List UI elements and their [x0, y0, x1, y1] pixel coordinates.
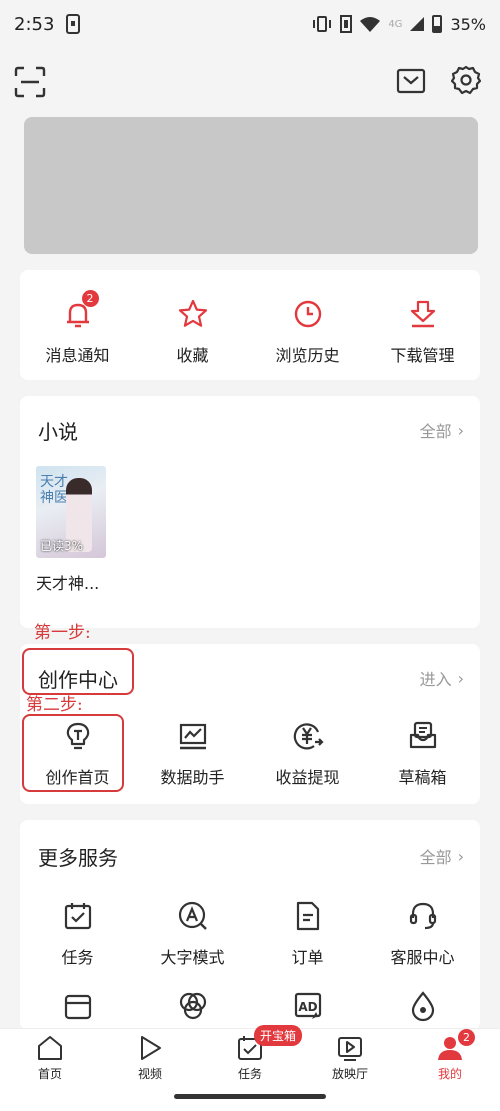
service-drop-item[interactable] — [368, 986, 478, 1026]
drop-icon — [411, 991, 434, 1022]
circles-icon — [179, 992, 206, 1020]
card-icon — [64, 994, 91, 1020]
chevron-right-icon: › — [457, 668, 464, 688]
sim-icon — [340, 15, 353, 33]
orders-label: 订单 — [291, 948, 324, 967]
downloads-label: 下载管理 — [390, 346, 455, 365]
notification-badge: 2 — [81, 290, 99, 307]
notifications-item[interactable]: 2 消息通知 — [23, 290, 133, 366]
tab-home[interactable]: 首页 — [10, 1029, 90, 1111]
chevron-right-icon: › — [457, 420, 464, 440]
more-section-title: 更多服务 — [38, 846, 118, 870]
phone-icon — [66, 14, 81, 34]
ad-icon: AD — [294, 992, 321, 1019]
tab-video-label: 视频 — [137, 1067, 162, 1081]
status-time: 2:53 — [14, 13, 55, 35]
customer-service-label: 客服中心 — [390, 948, 455, 967]
tasks-item[interactable]: 任务 — [23, 896, 133, 968]
calendar-check-icon — [64, 903, 91, 930]
book-title[interactable]: 天才神... — [36, 570, 99, 594]
withdraw-label: 收益提现 — [275, 768, 340, 787]
theater-icon — [338, 1037, 362, 1061]
top-bar — [0, 56, 500, 106]
withdraw-item[interactable]: 收益提现 — [253, 716, 363, 788]
signal-icon — [410, 17, 425, 31]
large-font-item[interactable]: 大字模式 — [138, 896, 248, 968]
yuan-icon — [293, 723, 324, 750]
treasure-box-pill[interactable]: 开宝箱 — [254, 1025, 303, 1046]
favorites-item[interactable]: 收藏 — [138, 294, 248, 366]
tab-profile-label: 我的 — [437, 1067, 462, 1081]
drafts-label: 草稿箱 — [398, 768, 447, 787]
drafts-item[interactable]: 草稿箱 — [368, 716, 478, 788]
creation-enter[interactable]: 进入 › — [420, 666, 464, 690]
service-circles-item[interactable] — [138, 986, 248, 1026]
large-font-label: 大字模式 — [160, 948, 225, 967]
battery-icon — [432, 15, 443, 33]
mail-icon[interactable] — [396, 66, 426, 96]
clock-icon — [294, 300, 321, 328]
scan-icon[interactable] — [14, 66, 46, 98]
profile-badge: 2 — [458, 1029, 475, 1046]
novel-see-all[interactable]: 全部 › — [420, 418, 464, 442]
annotation-step1: 第一步: — [34, 623, 91, 643]
quick-actions-card: 2 消息通知 收藏 浏览历史 下载管理 — [20, 270, 480, 380]
document-icon — [296, 901, 319, 931]
annotation-step2: 第二步: — [26, 695, 83, 715]
novel-see-all-label: 全部 — [419, 422, 452, 441]
chevron-right-icon: › — [457, 846, 464, 866]
tab-tasks-label: 任务 — [237, 1067, 262, 1081]
orders-item[interactable]: 订单 — [253, 896, 363, 968]
service-ad-item[interactable]: AD — [253, 986, 363, 1026]
more-services-card: 更多服务 全部 › 任务 大字模式 订单 客服中心 AD — [20, 820, 480, 1030]
history-item[interactable]: 浏览历史 — [253, 294, 363, 366]
more-see-all[interactable]: 全部 › — [420, 844, 464, 868]
tab-profile[interactable]: 2 我的 — [410, 1029, 490, 1111]
tab-theater-label: 放映厅 — [331, 1067, 368, 1081]
play-icon — [141, 1036, 161, 1060]
service-card-item[interactable] — [23, 986, 133, 1026]
notifications-label: 消息通知 — [45, 346, 110, 365]
creation-enter-label: 进入 — [419, 670, 452, 689]
favorites-label: 收藏 — [176, 346, 209, 365]
novel-card: 小说 全部 › 天才神医 已读3% 天才神... — [20, 396, 480, 628]
customer-service-item[interactable]: 客服中心 — [368, 896, 478, 968]
banner-placeholder[interactable] — [24, 117, 478, 254]
font-icon — [178, 901, 207, 930]
chart-icon — [179, 723, 206, 750]
data-assistant-item[interactable]: 数据助手 — [138, 716, 248, 788]
vibrate-icon — [313, 16, 332, 32]
headset-icon — [409, 902, 436, 930]
star-icon — [178, 299, 207, 327]
history-label: 浏览历史 — [275, 346, 340, 365]
inbox-icon — [409, 721, 436, 749]
step2-highlight-box — [22, 714, 124, 792]
home-icon — [38, 1036, 62, 1060]
home-indicator[interactable] — [174, 1094, 326, 1099]
book-cover[interactable]: 天才神医 已读3% — [36, 466, 106, 558]
novel-section-title: 小说 — [38, 420, 78, 444]
svg-text:AD: AD — [298, 1000, 317, 1014]
status-bar: 2:53 4G 35% — [0, 0, 500, 48]
gear-icon[interactable] — [450, 64, 482, 96]
reading-progress: 已读3% — [40, 539, 84, 553]
tasks-label: 任务 — [61, 948, 94, 967]
network-type: 4G — [388, 18, 403, 30]
wifi-icon — [360, 17, 381, 32]
download-icon — [410, 300, 435, 328]
data-assistant-label: 数据助手 — [160, 768, 225, 787]
more-see-all-label: 全部 — [419, 848, 452, 867]
downloads-item[interactable]: 下载管理 — [368, 294, 478, 366]
tab-home-label: 首页 — [37, 1067, 62, 1081]
step1-highlight-box — [22, 648, 134, 695]
battery-level: 35% — [450, 14, 486, 34]
